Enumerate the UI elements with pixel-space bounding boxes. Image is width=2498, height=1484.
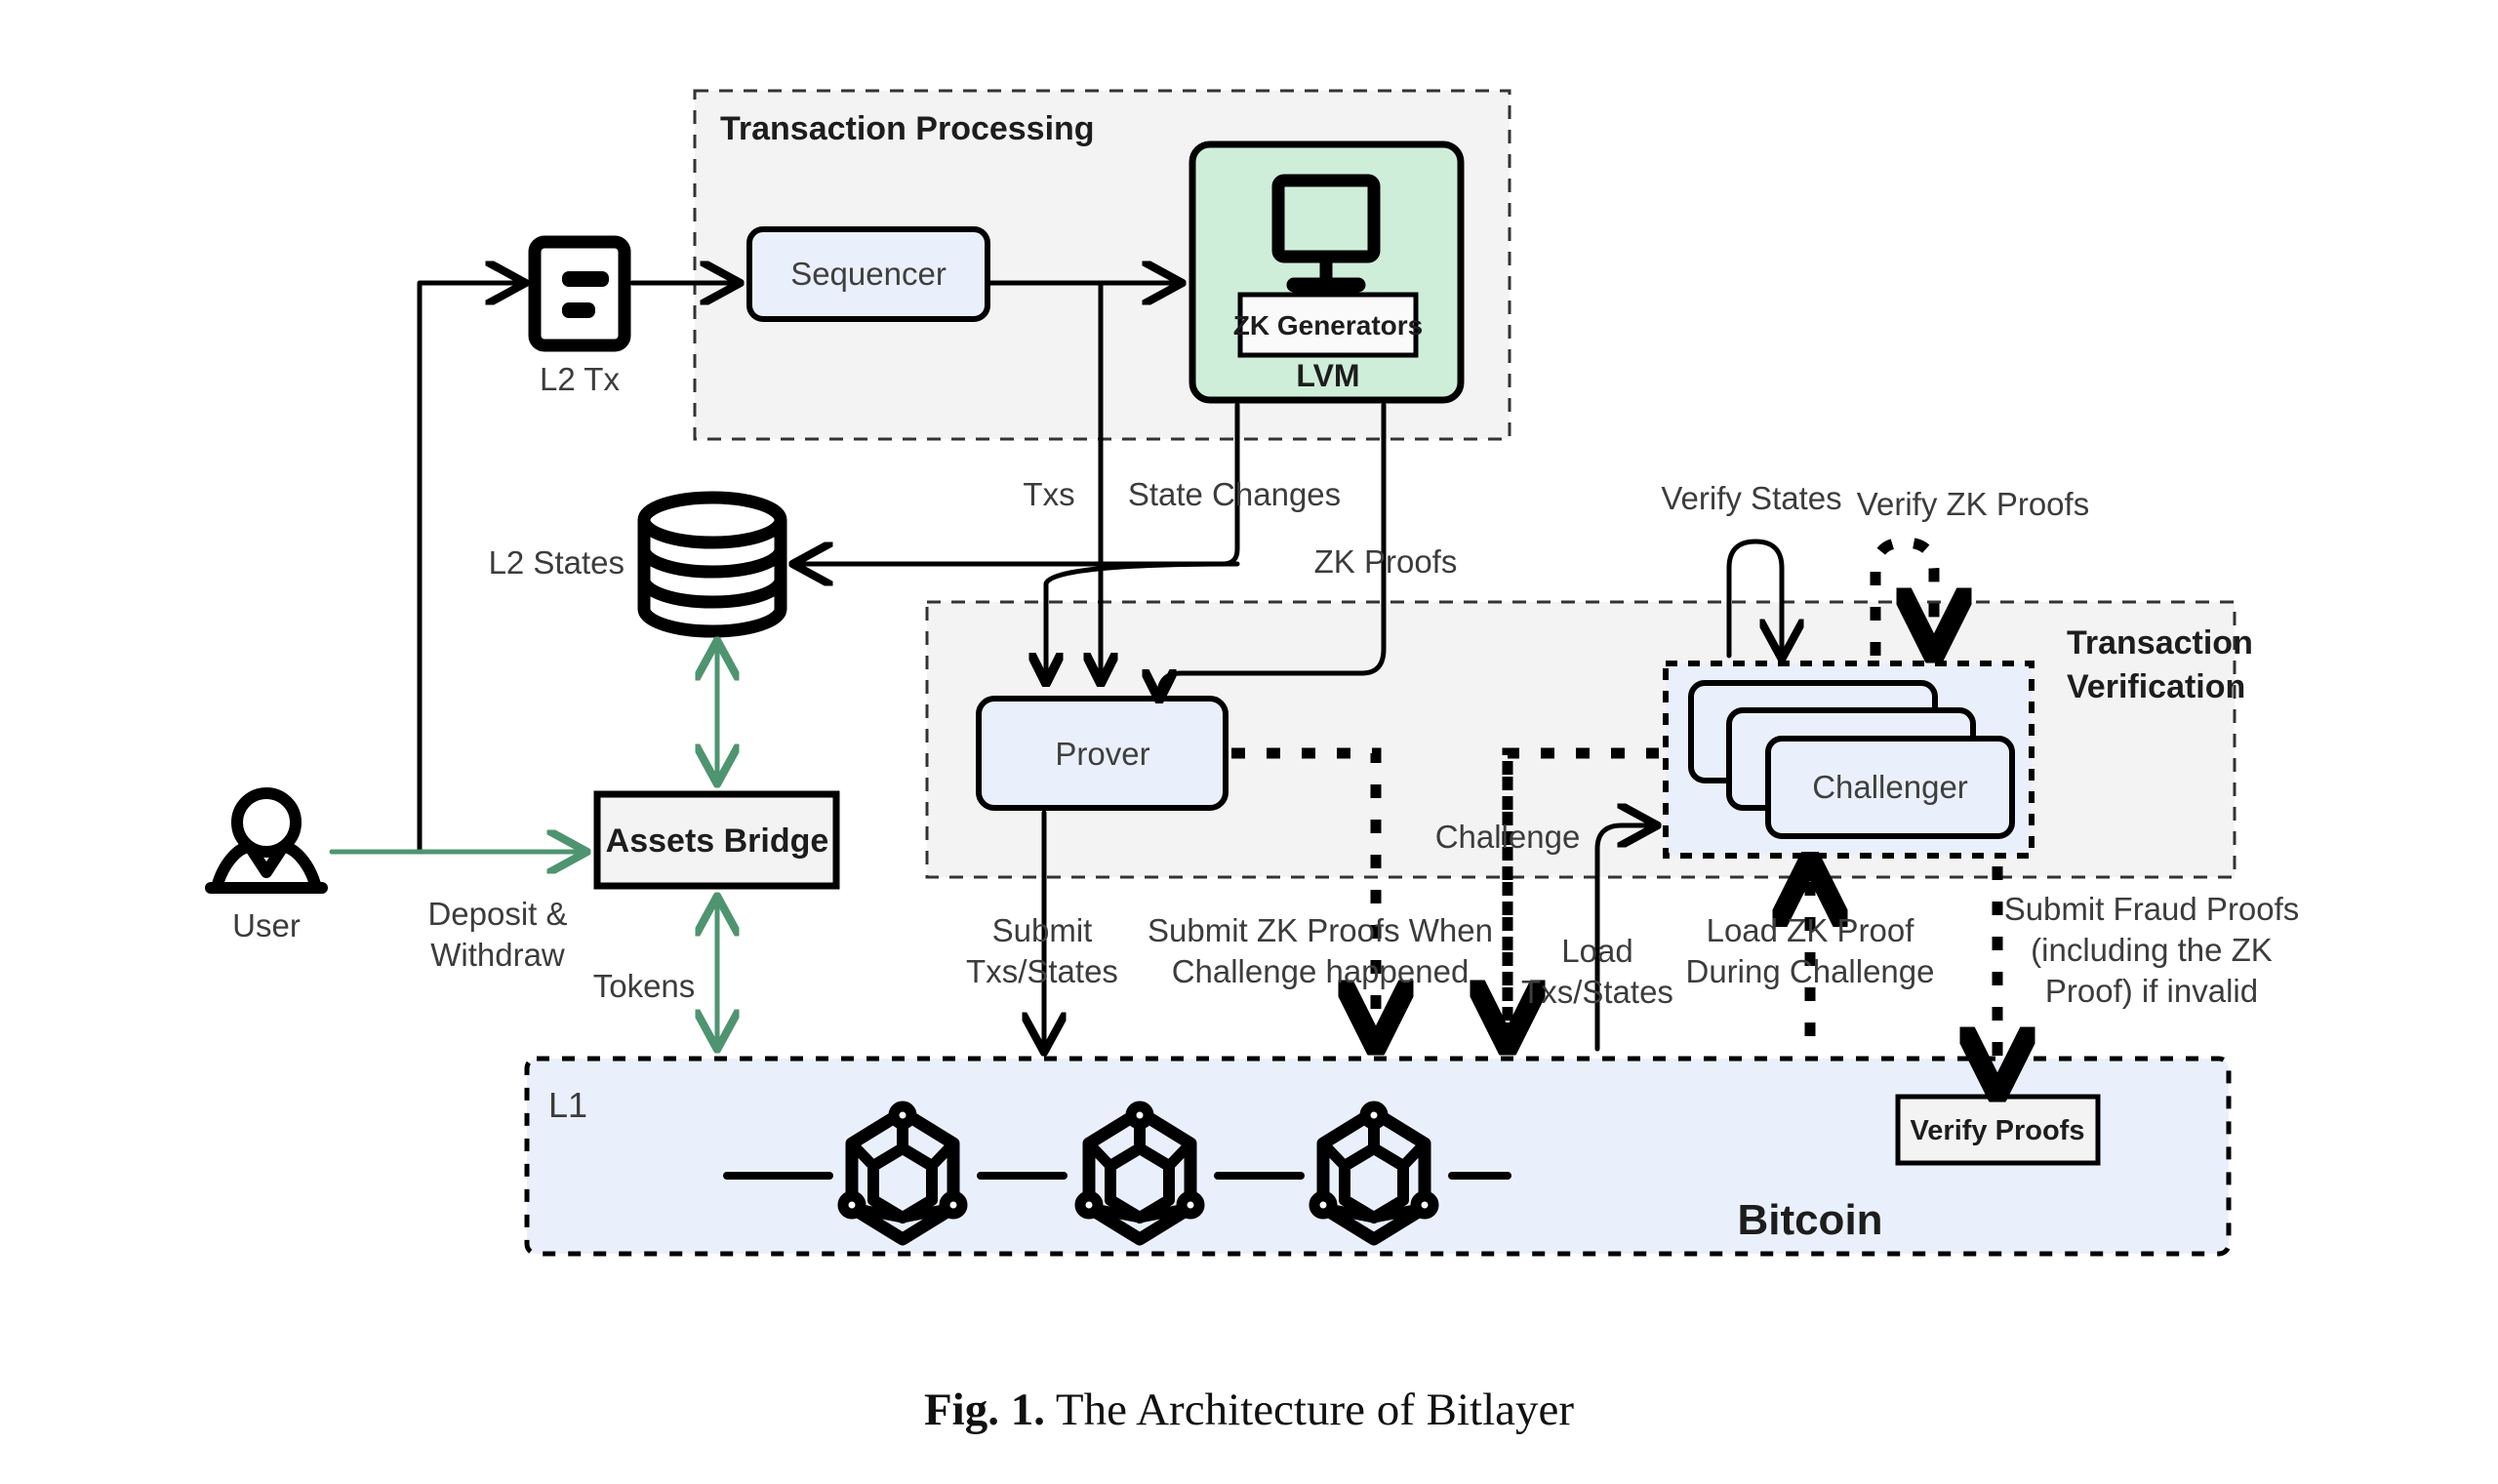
label-submit-zk-line2: Challenge happened [1172, 953, 1470, 989]
bitcoin-label: Bitcoin [1737, 1196, 1882, 1244]
verify-proofs-node[interactable]: Verify Proofs [1895, 1094, 2101, 1166]
transaction-processing-label: Transaction Processing [720, 110, 1095, 147]
user-icon [205, 787, 328, 894]
user-node: User [205, 787, 328, 943]
label-challenge: Challenge [1435, 819, 1581, 855]
challenger-label: Challenger [1812, 769, 1968, 805]
zk-generators-label: ZK Generators [1233, 310, 1424, 341]
prover-node[interactable]: Prover [976, 696, 1229, 811]
challenger-panel: Challenger [1663, 661, 2035, 859]
label-verify-zk-proofs: Verify ZK Proofs [1857, 486, 2089, 522]
label-load-zk-line2: During Challenge [1686, 953, 1935, 989]
challenger-node[interactable]: Challenger [1765, 736, 2015, 839]
l2states-label: L2 States [489, 544, 624, 581]
lvm-node[interactable]: ZK Generators LVM [1189, 140, 1465, 404]
figure-caption: Fig. 1. The Architecture of Bitlayer [0, 1384, 2498, 1436]
transaction-verification-label-line1: Transaction [2067, 624, 2253, 662]
architecture-diagram: Transaction Processing Transaction Verif… [205, 89, 2300, 1257]
label-load-zk-line1: Load ZK Proof [1707, 912, 1915, 948]
label-load-txs-line1: Load [1561, 933, 1632, 969]
label-fraud-line1: Submit Fraud Proofs [2004, 891, 2300, 927]
label-txs: Txs [1023, 476, 1074, 512]
assets-bridge-label: Assets Bridge [606, 822, 829, 860]
label-zk-proofs: ZK Proofs [1314, 543, 1458, 580]
label-submit-txs-line1: Submit [992, 912, 1093, 948]
label-deposit-line2: Withdraw [430, 937, 565, 973]
l2tx-node: L2 Tx [528, 235, 631, 397]
sequencer-label: Sequencer [790, 256, 947, 292]
label-tokens: Tokens [593, 968, 696, 1004]
label-fraud-line2: (including the ZK [2031, 932, 2273, 968]
figure-canvas: Transaction Processing Transaction Verif… [0, 0, 2498, 1484]
user-label: User [232, 907, 301, 943]
label-fraud-line3: Proof) if invalid [2045, 973, 2258, 1009]
l2states-node: L2 States [489, 491, 787, 638]
l1-label: L1 [548, 1085, 587, 1125]
lvm-label: LVM [1296, 358, 1359, 393]
label-load-txs-line2: Txs/States [1521, 974, 1673, 1010]
sequencer-node[interactable]: Sequencer [746, 226, 990, 322]
transaction-verification-label-line2: Verification [2067, 668, 2245, 705]
database-icon [637, 491, 787, 638]
label-verify-states: Verify States [1661, 480, 1841, 516]
verify-proofs-label: Verify Proofs [1911, 1115, 2085, 1146]
figure-caption-text: The Architecture of Bitlayer [1055, 1384, 1575, 1435]
label-state-changes: State Changes [1128, 476, 1341, 512]
prover-label: Prover [1055, 736, 1149, 772]
label-submit-txs-line2: Txs/States [966, 953, 1118, 989]
label-submit-zk-line1: Submit ZK Proofs When [1148, 912, 1493, 948]
l2tx-label: L2 Tx [540, 361, 620, 397]
figure-caption-prefix: Fig. 1. [923, 1384, 1045, 1435]
label-deposit-line1: Deposit & [427, 896, 567, 932]
assets-bridge-node[interactable]: Assets Bridge [593, 790, 840, 890]
